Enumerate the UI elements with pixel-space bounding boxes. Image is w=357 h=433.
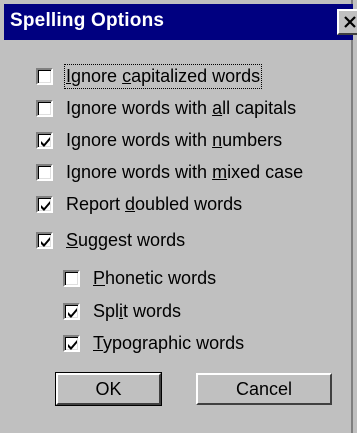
- option-label: Report doubled words: [66, 193, 243, 214]
- checkbox-ignore-numbers[interactable]: [36, 131, 53, 149]
- close-icon: [344, 16, 356, 28]
- spelling-options-dialog: Spelling Options Ignore capitalized word…: [0, 0, 357, 433]
- checkbox-typographic-words[interactable]: [63, 334, 80, 352]
- option-label: Ignore words with mixed case: [66, 161, 304, 182]
- option-ignore-numbers[interactable]: Ignore words with numbers: [36, 126, 282, 154]
- option-split-words[interactable]: Split words: [63, 297, 181, 325]
- option-ignore-mixed-case[interactable]: Ignore words with mixed case: [36, 158, 303, 186]
- dialog-title: Spelling Options: [10, 10, 165, 31]
- option-label: Split words: [93, 300, 182, 321]
- option-ignore-all-capitals[interactable]: Ignore words with all capitals: [36, 94, 296, 122]
- checkbox-suggest-words[interactable]: [36, 231, 53, 249]
- checkmark-icon: [41, 136, 50, 147]
- option-label: Phonetic words: [93, 267, 217, 288]
- checkmark-icon: [68, 339, 77, 350]
- checkmark-icon: [41, 200, 50, 211]
- option-suggest-words[interactable]: Suggest words: [36, 226, 185, 254]
- close-button[interactable]: [337, 9, 357, 35]
- option-label: Ignore words with all capitals: [66, 97, 297, 118]
- checkmark-icon: [68, 307, 77, 318]
- ok-button[interactable]: OK: [55, 372, 162, 406]
- option-label: Ignore capitalized words: [63, 63, 263, 89]
- option-label: Suggest words: [66, 229, 186, 250]
- title-bar: Spelling Options: [4, 4, 357, 40]
- option-label: Ignore words with numbers: [66, 129, 283, 150]
- checkbox-ignore-capitalized[interactable]: [36, 67, 53, 85]
- checkbox-phonetic-words[interactable]: [63, 269, 80, 287]
- option-ignore-capitalized[interactable]: Ignore capitalized words: [36, 62, 263, 90]
- checkbox-report-doubled[interactable]: [36, 195, 53, 213]
- option-typographic-words[interactable]: Typographic words: [63, 329, 244, 357]
- checkmark-icon: [41, 236, 50, 247]
- option-report-doubled[interactable]: Report doubled words: [36, 190, 242, 218]
- checkbox-split-words[interactable]: [63, 302, 80, 320]
- checkbox-ignore-mixed-case[interactable]: [36, 163, 53, 181]
- option-phonetic-words[interactable]: Phonetic words: [63, 264, 216, 292]
- cancel-button[interactable]: Cancel: [196, 373, 332, 405]
- checkbox-ignore-all-capitals[interactable]: [36, 99, 53, 117]
- option-label: Typographic words: [93, 332, 245, 353]
